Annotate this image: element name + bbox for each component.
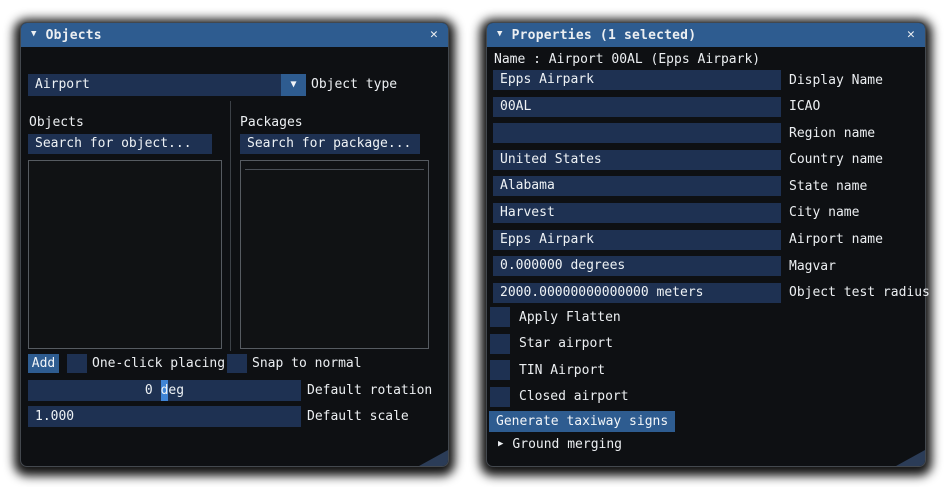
region-name-input[interactable] [493, 123, 781, 144]
property-row: Alabama State name [493, 176, 930, 197]
object-search-input[interactable]: Search for object... [28, 134, 212, 154]
object-type-dropdown[interactable]: Airport [28, 74, 281, 96]
properties-checkboxes: Apply Flatten Star airport TIN Airport C… [490, 307, 629, 407]
close-icon[interactable]: ✕ [907, 23, 915, 47]
icao-label: ICAO [789, 99, 821, 115]
checkbox-row: Closed airport [490, 386, 629, 407]
property-row: 00AL ICAO [493, 96, 930, 117]
properties-panel-title: Properties (1 selected) [511, 27, 697, 43]
checkbox-row: Star airport [490, 333, 629, 354]
property-row: Region name [493, 123, 930, 144]
expand-triangle-icon[interactable]: ▶ [498, 439, 503, 449]
one-click-placing-label: One-click placing [92, 356, 226, 371]
display-name-input[interactable]: Epps Airpark [493, 70, 781, 90]
apply-flatten-label: Apply Flatten [519, 309, 621, 325]
icao-input[interactable]: 00AL [493, 96, 781, 117]
generate-taxiway-signs-button[interactable]: Generate taxiway signs [489, 411, 676, 432]
property-row: Epps Airpark Display Name [493, 70, 930, 90]
collapse-triangle-icon[interactable]: ▼ [31, 29, 37, 39]
editor-workspace: ▼ Objects ✕ Airport ▼ Object type Object… [0, 0, 948, 487]
tin-airport-label: TIN Airport [519, 362, 606, 378]
snap-to-normal-label: Snap to normal [252, 356, 362, 371]
default-scale-label: Default scale [307, 409, 409, 424]
object-test-radius-label: Object test radius [789, 285, 930, 301]
state-name-input[interactable]: Alabama [493, 176, 781, 197]
closed-airport-label: Closed airport [519, 389, 629, 405]
text-cursor: d [160, 380, 169, 401]
state-name-label: State name [789, 178, 868, 194]
property-row: Harvest City name [493, 202, 930, 223]
objects-panel: ▼ Objects ✕ Airport ▼ Object type Object… [20, 22, 449, 467]
add-button[interactable]: Add [28, 354, 59, 373]
property-row: Epps Airpark Airport name [493, 229, 930, 250]
ground-merging-label: Ground merging [512, 436, 622, 452]
objects-column-label: Objects [29, 115, 84, 130]
rotation-value-post: eg [168, 383, 185, 398]
snap-to-normal-checkbox[interactable] [227, 354, 247, 373]
objects-panel-titlebar[interactable]: ▼ Objects ✕ [21, 23, 448, 47]
rotation-value-pre: 0 [144, 383, 161, 398]
property-row: United States Country name [493, 149, 930, 170]
airport-name-input[interactable]: Epps Airpark [493, 229, 781, 250]
default-scale-input[interactable]: 1.000 [28, 406, 301, 427]
checkbox-row: TIN Airport [490, 360, 629, 381]
selected-object-name: Name : Airport 00AL (Epps Airpark) [494, 52, 761, 67]
magvar-input[interactable]: 0.000000 degrees [493, 256, 781, 277]
close-icon[interactable]: ✕ [430, 23, 438, 47]
ground-merging-section[interactable]: ▶ Ground merging [498, 436, 622, 452]
column-divider [230, 101, 231, 351]
closed-airport-checkbox[interactable] [490, 386, 510, 407]
packages-list[interactable] [240, 160, 429, 349]
apply-flatten-checkbox[interactable] [490, 307, 510, 327]
property-row: 2000.00000000000000 meters Object test r… [493, 282, 930, 303]
default-rotation-label: Default rotation [307, 383, 433, 398]
collapse-triangle-icon[interactable]: ▼ [497, 29, 503, 39]
resize-handle[interactable] [419, 450, 448, 466]
property-row: 0.000000 degrees Magvar [493, 256, 930, 277]
city-name-input[interactable]: Harvest [493, 202, 781, 223]
magvar-label: Magvar [789, 258, 836, 274]
chevron-down-icon: ▼ [290, 79, 297, 90]
checkbox-row: Apply Flatten [490, 307, 629, 327]
properties-fields: Epps Airpark Display Name 00AL ICAO Regi… [493, 70, 930, 303]
airport-name-label: Airport name [789, 232, 883, 248]
display-name-label: Display Name [789, 72, 883, 88]
star-airport-checkbox[interactable] [490, 333, 510, 354]
one-click-placing-checkbox[interactable] [67, 354, 87, 373]
objects-panel-title: Objects [45, 27, 102, 43]
city-name-label: City name [789, 205, 860, 221]
default-rotation-input[interactable]: 0 d eg [28, 380, 301, 401]
package-search-input[interactable]: Search for package... [240, 134, 420, 154]
resize-handle[interactable] [896, 450, 925, 466]
properties-panel-titlebar[interactable]: ▼ Properties (1 selected) ✕ [487, 23, 925, 47]
properties-panel: ▼ Properties (1 selected) ✕ Name : Airpo… [486, 22, 930, 467]
packages-list-separator [245, 169, 424, 170]
object-type-dropdown-button[interactable]: ▼ [281, 74, 306, 96]
tin-airport-checkbox[interactable] [490, 360, 510, 381]
country-name-label: Country name [789, 152, 883, 168]
packages-column-label: Packages [240, 115, 303, 130]
objects-list[interactable] [28, 160, 222, 349]
object-test-radius-input[interactable]: 2000.00000000000000 meters [493, 282, 781, 303]
object-type-label: Object type [311, 77, 398, 92]
country-name-input[interactable]: United States [493, 149, 781, 170]
star-airport-label: Star airport [519, 336, 613, 352]
region-name-label: Region name [789, 125, 876, 141]
